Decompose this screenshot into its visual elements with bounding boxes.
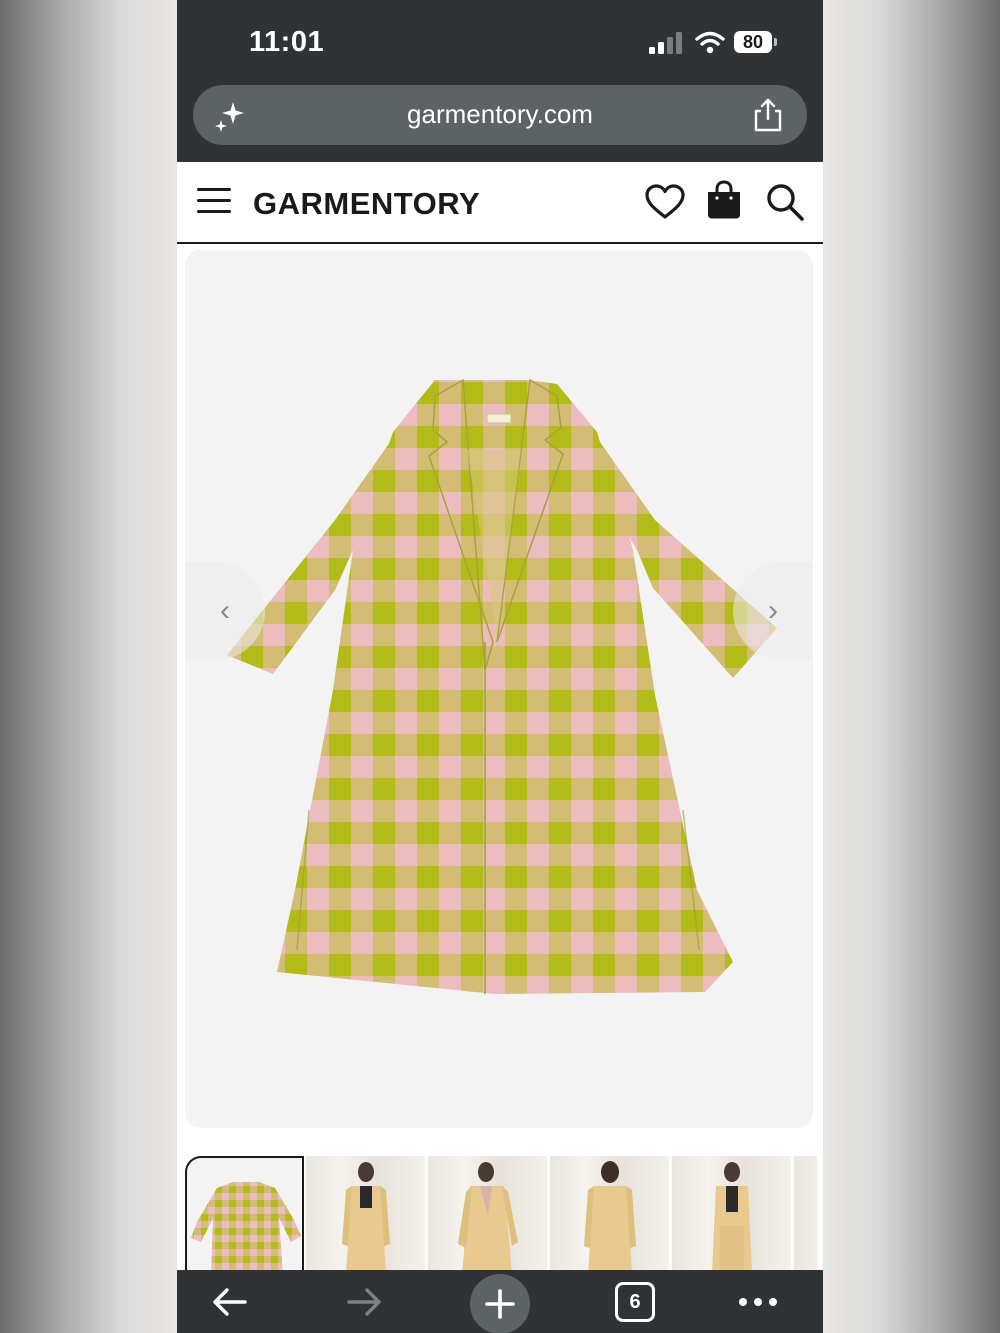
- thumbnail-image-model: [342, 1162, 390, 1274]
- thumbnail-2[interactable]: [306, 1156, 425, 1274]
- thumbnail-image-model: [584, 1161, 636, 1274]
- back-arrow-icon[interactable]: [209, 1286, 249, 1318]
- thumbnail-image-model: [712, 1162, 752, 1274]
- battery-indicator: 80: [734, 31, 778, 55]
- address-bar[interactable]: garmentory.com: [193, 85, 807, 145]
- thumbnail-6[interactable]: [794, 1156, 817, 1274]
- product-image[interactable]: [185, 250, 813, 1128]
- product-image-carousel[interactable]: ‹ ›: [185, 250, 813, 1128]
- new-tab-button[interactable]: [470, 1274, 530, 1333]
- forward-arrow-icon[interactable]: [345, 1286, 385, 1318]
- share-icon[interactable]: [751, 97, 785, 133]
- tabs-button[interactable]: 6: [613, 1276, 657, 1328]
- browser-toolbar: 6: [177, 1270, 823, 1333]
- phone-screen: 11:01 80 garmentory.com GARMENTORY ‹ › 6: [177, 0, 823, 1333]
- thumbnail-1[interactable]: [185, 1156, 304, 1274]
- search-icon[interactable]: [765, 182, 805, 222]
- browser-top-chrome: 11:01 80 garmentory.com: [177, 0, 823, 162]
- menu-icon[interactable]: [197, 186, 231, 216]
- site-header: GARMENTORY: [177, 162, 823, 244]
- thumbnail-image-model: [458, 1162, 518, 1274]
- thumbnail-strip[interactable]: [185, 1156, 817, 1274]
- wifi-icon: [695, 31, 725, 54]
- tabs-icon[interactable]: 6: [615, 1282, 655, 1322]
- url-text[interactable]: garmentory.com: [193, 99, 807, 130]
- back-button[interactable]: [207, 1276, 251, 1328]
- thumbnail-4[interactable]: [550, 1156, 669, 1274]
- thumbnail-5[interactable]: [672, 1156, 791, 1274]
- more-button[interactable]: [735, 1276, 781, 1328]
- forward-button[interactable]: [343, 1276, 387, 1328]
- thumbnail-3[interactable]: [428, 1156, 547, 1274]
- status-time: 11:01: [249, 26, 325, 58]
- cellular-signal-icon: [649, 32, 682, 54]
- thumbnail-image-flat: [191, 1182, 301, 1274]
- heart-icon[interactable]: [645, 184, 685, 220]
- battery-level: 80: [742, 32, 764, 52]
- bag-icon[interactable]: [705, 180, 743, 220]
- more-icon[interactable]: [738, 1297, 778, 1307]
- chevron-left-icon[interactable]: ‹: [220, 594, 230, 628]
- plus-icon[interactable]: [484, 1288, 516, 1320]
- site-logo[interactable]: GARMENTORY: [253, 186, 480, 222]
- chevron-right-icon[interactable]: ›: [768, 594, 778, 628]
